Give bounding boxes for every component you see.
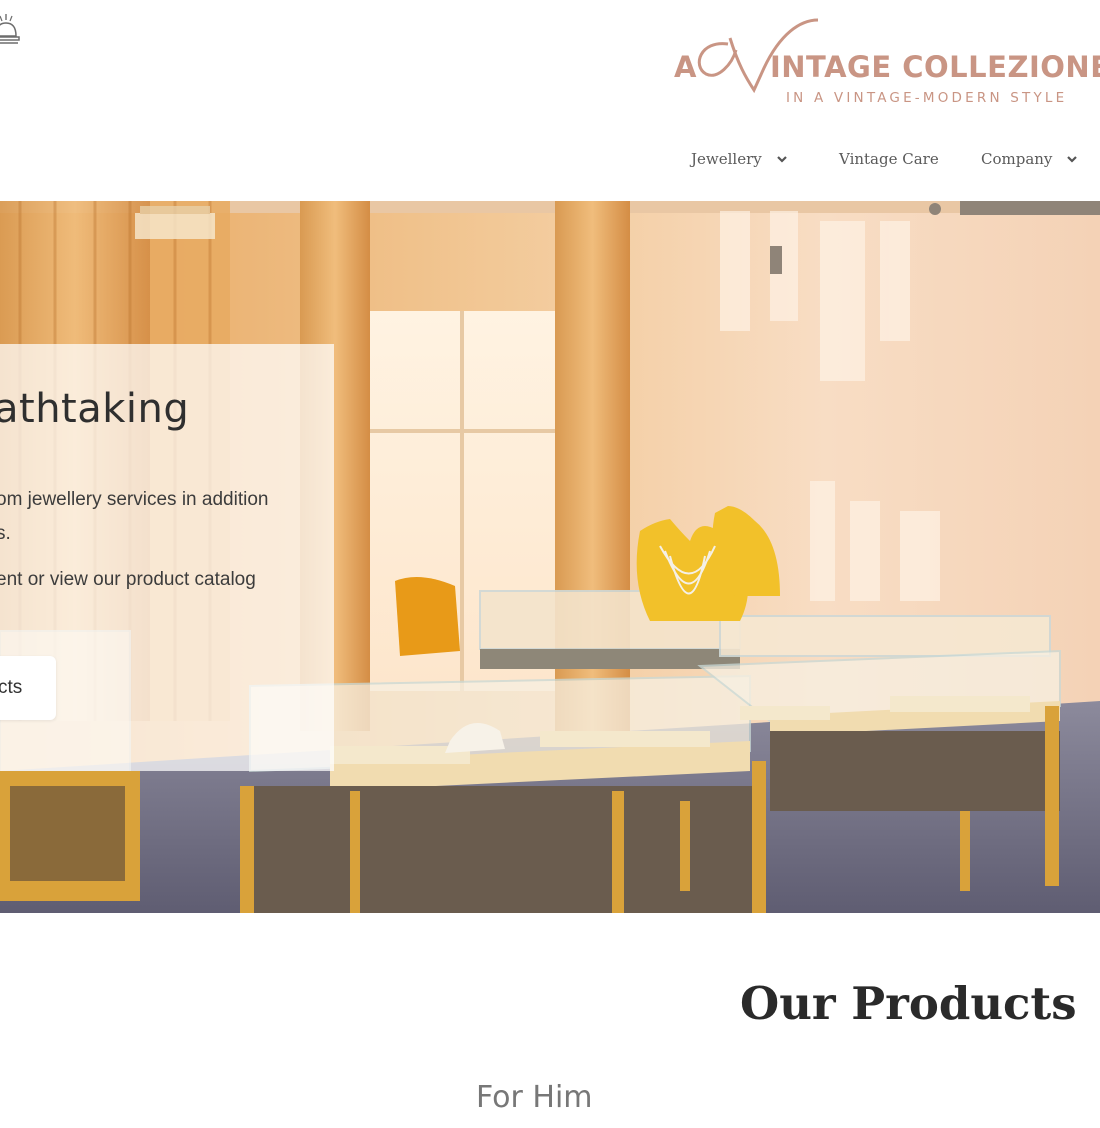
page: A INTAGE COLLEZIONE IN A VINTAGE-MODERN … xyxy=(0,0,1100,1128)
chevron-down-icon xyxy=(776,156,787,163)
view-products-button-label: cts xyxy=(0,677,23,698)
logo-tagline: IN A VINTAGE-MODERN STYLE xyxy=(786,90,1068,106)
section-title-our-products: Our Products xyxy=(740,977,1077,1030)
hero-text-line-1: om jewellery services in addition xyxy=(0,489,269,510)
nav-item-label: Company xyxy=(981,150,1053,168)
category-heading-for-him[interactable]: For Him xyxy=(476,1080,593,1115)
hero-title: athtaking xyxy=(0,386,190,432)
chevron-down-icon xyxy=(1067,156,1078,163)
logo-wordmark: INTAGE COLLEZIONE xyxy=(770,50,1100,84)
hero-banner xyxy=(0,201,1100,913)
brand-logo[interactable]: A INTAGE COLLEZIONE IN A VINTAGE-MODERN … xyxy=(670,14,1100,110)
nav-item-vintage-care[interactable]: Vintage Care xyxy=(839,150,939,168)
main-nav: Jewellery Vintage Care Company xyxy=(0,150,1100,178)
service-bell-icon[interactable] xyxy=(0,12,20,46)
view-products-button[interactable]: cts xyxy=(0,656,56,720)
nav-item-jewellery[interactable]: Jewellery xyxy=(691,150,788,168)
hero-text-line-2: s. xyxy=(0,523,11,544)
nav-item-label: Vintage Care xyxy=(839,150,939,168)
nav-item-company[interactable]: Company xyxy=(981,150,1078,168)
logo-letter-a: A xyxy=(674,50,697,84)
hero-text-line-3: ent or view our product catalog xyxy=(0,569,256,590)
nav-item-label: Jewellery xyxy=(691,150,762,168)
